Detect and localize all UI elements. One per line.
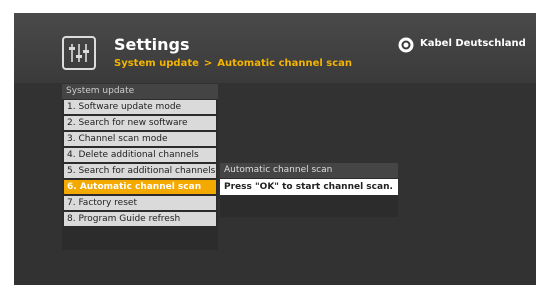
kabel-deutschland-logo-icon <box>398 37 414 53</box>
tv-screen: Settings System update > Automatic channel… <box>14 13 536 285</box>
breadcrumb-item: System update <box>114 58 199 69</box>
breadcrumb-separator: > <box>203 58 213 69</box>
breadcrumb-item: Automatic channel scan <box>217 58 353 69</box>
menu-item-channel-scan-mode[interactable]: 3. Channel scan mode <box>64 132 216 146</box>
menu-item-program-guide-refresh[interactable]: 8. Program Guide refresh <box>64 212 216 226</box>
menu-item-search-additional-channels[interactable]: 5. Search for additional channels <box>64 164 216 178</box>
menu-item-factory-reset[interactable]: 7. Factory reset <box>64 196 216 210</box>
system-update-menu: System update 1. Software update mode 2.… <box>62 84 218 250</box>
sliders-glyph <box>69 44 89 62</box>
menu-title: System update <box>62 84 218 99</box>
info-message: Press "OK" to start channel scan. <box>220 179 398 195</box>
menu-item-software-update-mode[interactable]: 1. Software update mode <box>64 100 216 114</box>
settings-sliders-icon <box>62 36 96 70</box>
info-panel: Automatic channel scan Press "OK" to sta… <box>220 163 398 217</box>
page-title: Settings <box>114 35 190 54</box>
info-title: Automatic channel scan <box>220 163 398 178</box>
menu-item-delete-additional-channels[interactable]: 4. Delete additional channels <box>64 148 216 162</box>
brand-name: Kabel Deutschland <box>420 38 526 49</box>
menu-item-search-new-software[interactable]: 2. Search for new software <box>64 116 216 130</box>
menu-item-automatic-channel-scan[interactable]: 6. Automatic channel scan <box>64 180 216 194</box>
breadcrumb: System update > Automatic channel scan <box>114 58 352 69</box>
menu-list: 1. Software update mode 2. Search for ne… <box>64 100 216 228</box>
